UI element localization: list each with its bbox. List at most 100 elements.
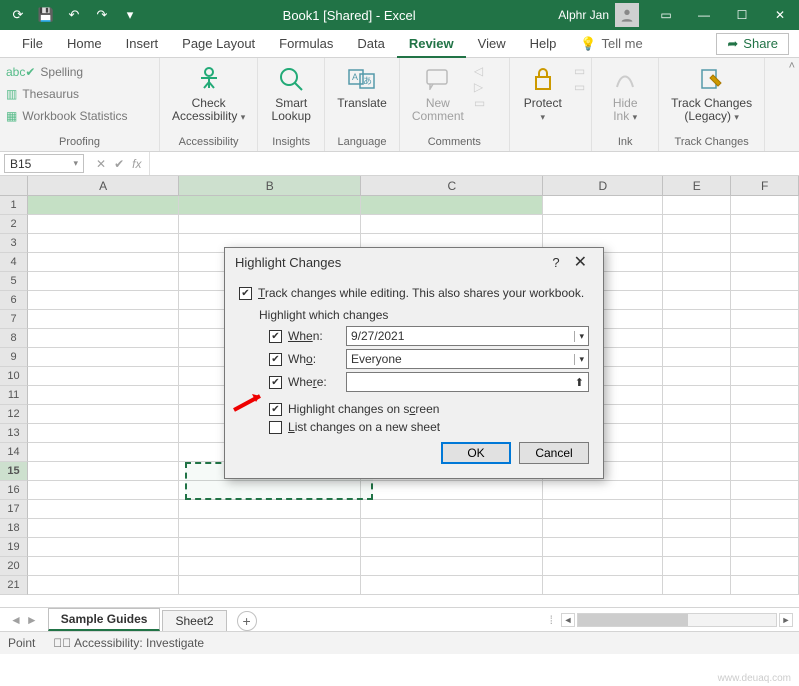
cell[interactable] (543, 557, 663, 576)
cell[interactable] (663, 234, 731, 253)
tab-help[interactable]: Help (518, 30, 569, 58)
undo-icon[interactable]: ↶ (61, 4, 87, 26)
autosave-icon[interactable]: ⟳ (5, 4, 31, 26)
cell[interactable] (731, 481, 799, 500)
cell[interactable] (663, 462, 731, 481)
highlight-on-screen-checkbox[interactable]: ✔ Highlight changes on screen (269, 402, 589, 416)
hscrollbar[interactable] (577, 613, 777, 627)
row-header[interactable]: 4 (0, 253, 28, 272)
cell[interactable] (543, 215, 663, 234)
row-header[interactable]: 6 (0, 291, 28, 310)
cell[interactable] (543, 538, 663, 557)
cell[interactable] (663, 443, 731, 462)
cell[interactable] (28, 443, 179, 462)
cell[interactable] (179, 196, 361, 215)
cell[interactable] (543, 500, 663, 519)
row-header[interactable]: 2 (0, 215, 28, 234)
formula-input[interactable] (149, 152, 799, 175)
cell[interactable] (731, 538, 799, 557)
col-header-C[interactable]: C (361, 176, 543, 195)
sheet-nav-next-icon[interactable]: ► (26, 613, 38, 627)
tab-data[interactable]: Data (345, 30, 396, 58)
cell[interactable] (663, 291, 731, 310)
cell[interactable] (28, 310, 179, 329)
col-header-B[interactable]: B (179, 176, 361, 195)
cell[interactable] (731, 348, 799, 367)
cell[interactable] (731, 310, 799, 329)
cell[interactable] (179, 557, 361, 576)
row-header[interactable]: 9 (0, 348, 28, 367)
when-checkbox[interactable]: ✔ (269, 330, 282, 343)
where-range-input[interactable]: ⬆ (346, 372, 589, 392)
cell[interactable] (179, 519, 361, 538)
track-changes-checkbox-row[interactable]: ✔ Track changes while editing. This also… (239, 286, 589, 300)
cell[interactable] (179, 500, 361, 519)
row-header[interactable]: 5 (0, 272, 28, 291)
cell[interactable] (731, 519, 799, 538)
cell[interactable] (179, 576, 361, 595)
cell[interactable] (731, 272, 799, 291)
cell[interactable] (28, 196, 179, 215)
tellme-search[interactable]: 💡 Tell me (568, 30, 654, 58)
cell[interactable] (731, 576, 799, 595)
tab-file[interactable]: File (10, 30, 55, 58)
cell[interactable] (179, 538, 361, 557)
share-button[interactable]: ➦ Share (716, 33, 789, 55)
cell[interactable] (663, 196, 731, 215)
cell[interactable] (663, 500, 731, 519)
cell[interactable] (28, 272, 179, 291)
tab-home[interactable]: Home (55, 30, 114, 58)
redo-icon[interactable]: ↷ (89, 4, 115, 26)
cell[interactable] (361, 215, 543, 234)
cell[interactable] (731, 386, 799, 405)
cell[interactable] (28, 576, 179, 595)
row-header[interactable]: 21 (0, 576, 28, 595)
thesaurus-button[interactable]: ▥Thesaurus (6, 84, 128, 104)
cancel-button[interactable]: Cancel (519, 442, 589, 464)
translate-button[interactable]: Aあ Translate (331, 60, 393, 110)
cell[interactable] (361, 557, 543, 576)
dialog-close-button[interactable]: ✕ (568, 252, 593, 272)
row-header[interactable]: 17 (0, 500, 28, 519)
sheet-tab-sample-guides[interactable]: Sample Guides (48, 608, 161, 631)
col-header-D[interactable]: D (543, 176, 663, 195)
cell[interactable] (731, 405, 799, 424)
select-all-corner[interactable] (0, 176, 28, 195)
track-changes-button[interactable]: Track Changes(Legacy) ▾ (665, 60, 758, 124)
row-header[interactable]: 10 (0, 367, 28, 386)
cell[interactable] (731, 500, 799, 519)
cell[interactable] (663, 557, 731, 576)
cancel-formula-icon[interactable]: ✕ (96, 157, 106, 171)
tab-review[interactable]: Review (397, 30, 466, 58)
tab-view[interactable]: View (466, 30, 518, 58)
cell[interactable] (361, 519, 543, 538)
add-sheet-button[interactable]: + (237, 611, 257, 631)
row-header[interactable]: 15 (0, 462, 28, 481)
cell[interactable] (28, 234, 179, 253)
cell[interactable] (731, 557, 799, 576)
cell[interactable] (663, 367, 731, 386)
cell[interactable] (731, 291, 799, 310)
col-header-F[interactable]: F (731, 176, 799, 195)
col-header-E[interactable]: E (663, 176, 731, 195)
close-icon[interactable]: ✕ (761, 0, 799, 30)
cell[interactable] (731, 443, 799, 462)
when-dropdown[interactable]: 9/27/2021 ▾ (346, 326, 589, 346)
cell[interactable] (361, 196, 543, 215)
col-header-A[interactable]: A (28, 176, 179, 195)
cell[interactable] (663, 481, 731, 500)
cell[interactable] (663, 405, 731, 424)
cell[interactable] (28, 557, 179, 576)
check-accessibility-button[interactable]: CheckAccessibility ▾ (166, 60, 251, 124)
cell[interactable] (28, 253, 179, 272)
enter-formula-icon[interactable]: ✔ (114, 157, 124, 171)
collapse-ribbon-icon[interactable]: ˄ (789, 60, 795, 72)
cell[interactable] (543, 481, 663, 500)
cell[interactable] (543, 576, 663, 595)
row-header[interactable]: 8 (0, 329, 28, 348)
where-checkbox[interactable]: ✔ (269, 376, 282, 389)
row-header[interactable]: 12 (0, 405, 28, 424)
minimize-icon[interactable]: — (685, 0, 723, 30)
hscroll-left-icon[interactable]: ◄ (561, 613, 575, 627)
cell[interactable] (731, 234, 799, 253)
